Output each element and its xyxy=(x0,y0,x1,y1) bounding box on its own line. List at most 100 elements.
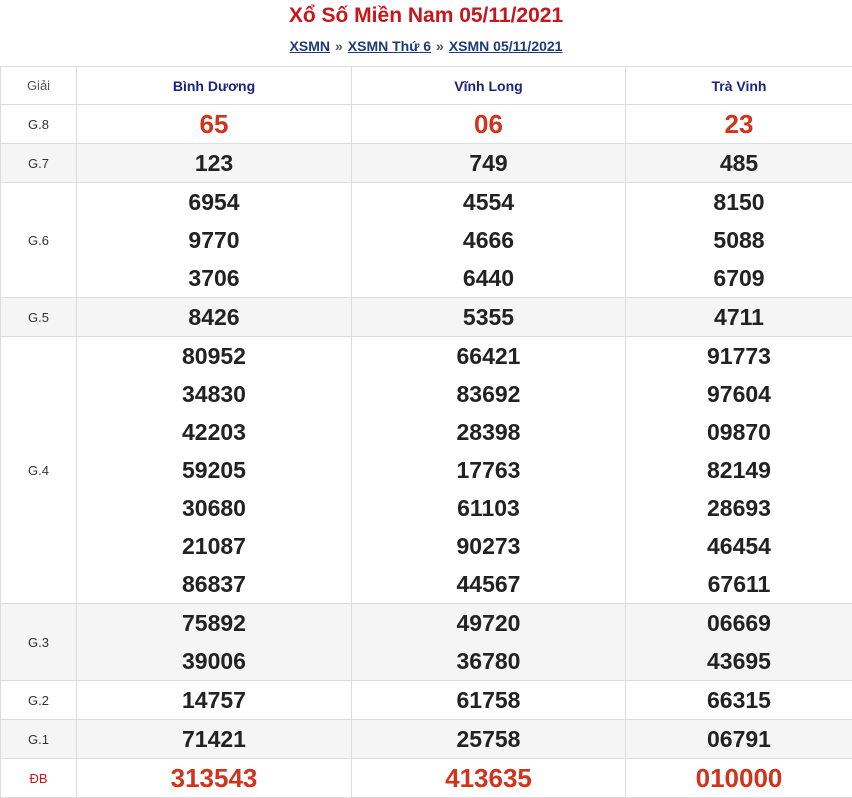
result-number: 65 xyxy=(77,105,351,143)
result-number: 83692 xyxy=(352,375,625,413)
result-number: 49720 xyxy=(352,604,625,642)
prize-label: G.6 xyxy=(1,183,77,298)
table-row: ĐB313543413635010000 xyxy=(1,759,852,798)
result-number: 71421 xyxy=(77,720,351,758)
result-number: 75892 xyxy=(77,604,351,642)
result-number: 61103 xyxy=(352,489,625,527)
result-number: 6954 xyxy=(77,183,351,221)
province-header-tra-vinh: Trà Vinh xyxy=(626,67,852,105)
result-cell: 815050886709 xyxy=(626,183,852,298)
result-number: 34830 xyxy=(77,375,351,413)
table-header-row: Giải Bình Dương Vĩnh Long Trà Vinh xyxy=(1,67,852,105)
result-number: 67611 xyxy=(626,565,852,603)
result-number: 25758 xyxy=(352,720,625,758)
result-number: 59205 xyxy=(77,451,351,489)
result-cell: 123 xyxy=(77,144,352,183)
result-cell: 66315 xyxy=(626,681,852,720)
page-title: Xổ Số Miền Nam 05/11/2021 xyxy=(0,0,852,28)
prize-label: G.5 xyxy=(1,298,77,337)
result-cell: 8426 xyxy=(77,298,352,337)
result-number: 749 xyxy=(352,144,625,182)
result-number: 6709 xyxy=(626,259,852,297)
result-cell: 80952348304220359205306802108786837 xyxy=(77,337,352,604)
result-cell: 06791 xyxy=(626,720,852,759)
result-cell: 695497703706 xyxy=(77,183,352,298)
result-cell: 71421 xyxy=(77,720,352,759)
result-number: 485 xyxy=(626,144,852,182)
breadcrumb-xsmn-date-link[interactable]: XSMN 05/11/2021 xyxy=(449,38,563,54)
table-row: G.8650623 xyxy=(1,105,852,144)
result-cell: 65 xyxy=(77,105,352,144)
result-number: 3706 xyxy=(77,259,351,297)
result-number: 21087 xyxy=(77,527,351,565)
prize-label: G.8 xyxy=(1,105,77,144)
table-row: G.3758923900649720367800666943695 xyxy=(1,604,852,681)
result-number: 86837 xyxy=(77,565,351,603)
result-cell: 0666943695 xyxy=(626,604,852,681)
result-cell: 66421836922839817763611039027344567 xyxy=(352,337,626,604)
result-cell: 749 xyxy=(352,144,626,183)
table-row: G.1714212575806791 xyxy=(1,720,852,759)
result-number: 82149 xyxy=(626,451,852,489)
result-number: 90273 xyxy=(352,527,625,565)
result-cell: 010000 xyxy=(626,759,852,798)
result-number: 66315 xyxy=(626,681,852,719)
prize-column-header: Giải xyxy=(1,67,77,105)
result-number: 6440 xyxy=(352,259,625,297)
result-number: 06 xyxy=(352,105,625,143)
result-number: 36780 xyxy=(352,642,625,680)
prize-label: G.7 xyxy=(1,144,77,183)
result-number: 39006 xyxy=(77,642,351,680)
result-number: 17763 xyxy=(352,451,625,489)
result-cell: 23 xyxy=(626,105,852,144)
province-header-vinh-long: Vĩnh Long xyxy=(352,67,626,105)
result-number: 97604 xyxy=(626,375,852,413)
breadcrumb-separator: » xyxy=(335,38,343,54)
result-number: 44567 xyxy=(352,565,625,603)
result-number: 43695 xyxy=(626,642,852,680)
breadcrumb-xsmn-thu6-link[interactable]: XSMN Thứ 6 xyxy=(348,38,431,54)
result-number: 06669 xyxy=(626,604,852,642)
result-number: 5088 xyxy=(626,221,852,259)
table-row: G.2147576175866315 xyxy=(1,681,852,720)
prize-label: ĐB xyxy=(1,759,77,798)
result-cell: 313543 xyxy=(77,759,352,798)
result-cell: 4972036780 xyxy=(352,604,626,681)
result-number: 30680 xyxy=(77,489,351,527)
prize-label: G.1 xyxy=(1,720,77,759)
province-header-binh-duong: Bình Dương xyxy=(77,67,352,105)
result-number: 123 xyxy=(77,144,351,182)
result-number: 23 xyxy=(626,105,852,143)
results-table: Giải Bình Dương Vĩnh Long Trà Vinh G.865… xyxy=(0,66,852,798)
result-number: 42203 xyxy=(77,413,351,451)
prize-label: G.3 xyxy=(1,604,77,681)
result-number: 28398 xyxy=(352,413,625,451)
prize-label: G.2 xyxy=(1,681,77,720)
table-row: G.48095234830422035920530680210878683766… xyxy=(1,337,852,604)
result-number: 46454 xyxy=(626,527,852,565)
result-number: 010000 xyxy=(626,759,852,797)
result-number: 14757 xyxy=(77,681,351,719)
result-cell: 485 xyxy=(626,144,852,183)
breadcrumb: XSMN » XSMN Thứ 6 » XSMN 05/11/2021 xyxy=(0,38,852,54)
result-cell: 25758 xyxy=(352,720,626,759)
result-number: 8426 xyxy=(77,298,351,336)
result-cell: 14757 xyxy=(77,681,352,720)
result-cell: 91773976040987082149286934645467611 xyxy=(626,337,852,604)
prize-label: G.4 xyxy=(1,337,77,604)
result-number: 313543 xyxy=(77,759,351,797)
breadcrumb-separator: » xyxy=(436,38,444,54)
result-number: 8150 xyxy=(626,183,852,221)
result-number: 413635 xyxy=(352,759,625,797)
table-row: G.5842653554711 xyxy=(1,298,852,337)
breadcrumb-xsmn-link[interactable]: XSMN xyxy=(290,38,330,54)
result-cell: 455446666440 xyxy=(352,183,626,298)
result-number: 06791 xyxy=(626,720,852,758)
result-number: 9770 xyxy=(77,221,351,259)
result-number: 09870 xyxy=(626,413,852,451)
result-number: 4554 xyxy=(352,183,625,221)
result-cell: 06 xyxy=(352,105,626,144)
result-cell: 5355 xyxy=(352,298,626,337)
result-number: 28693 xyxy=(626,489,852,527)
result-number: 91773 xyxy=(626,337,852,375)
